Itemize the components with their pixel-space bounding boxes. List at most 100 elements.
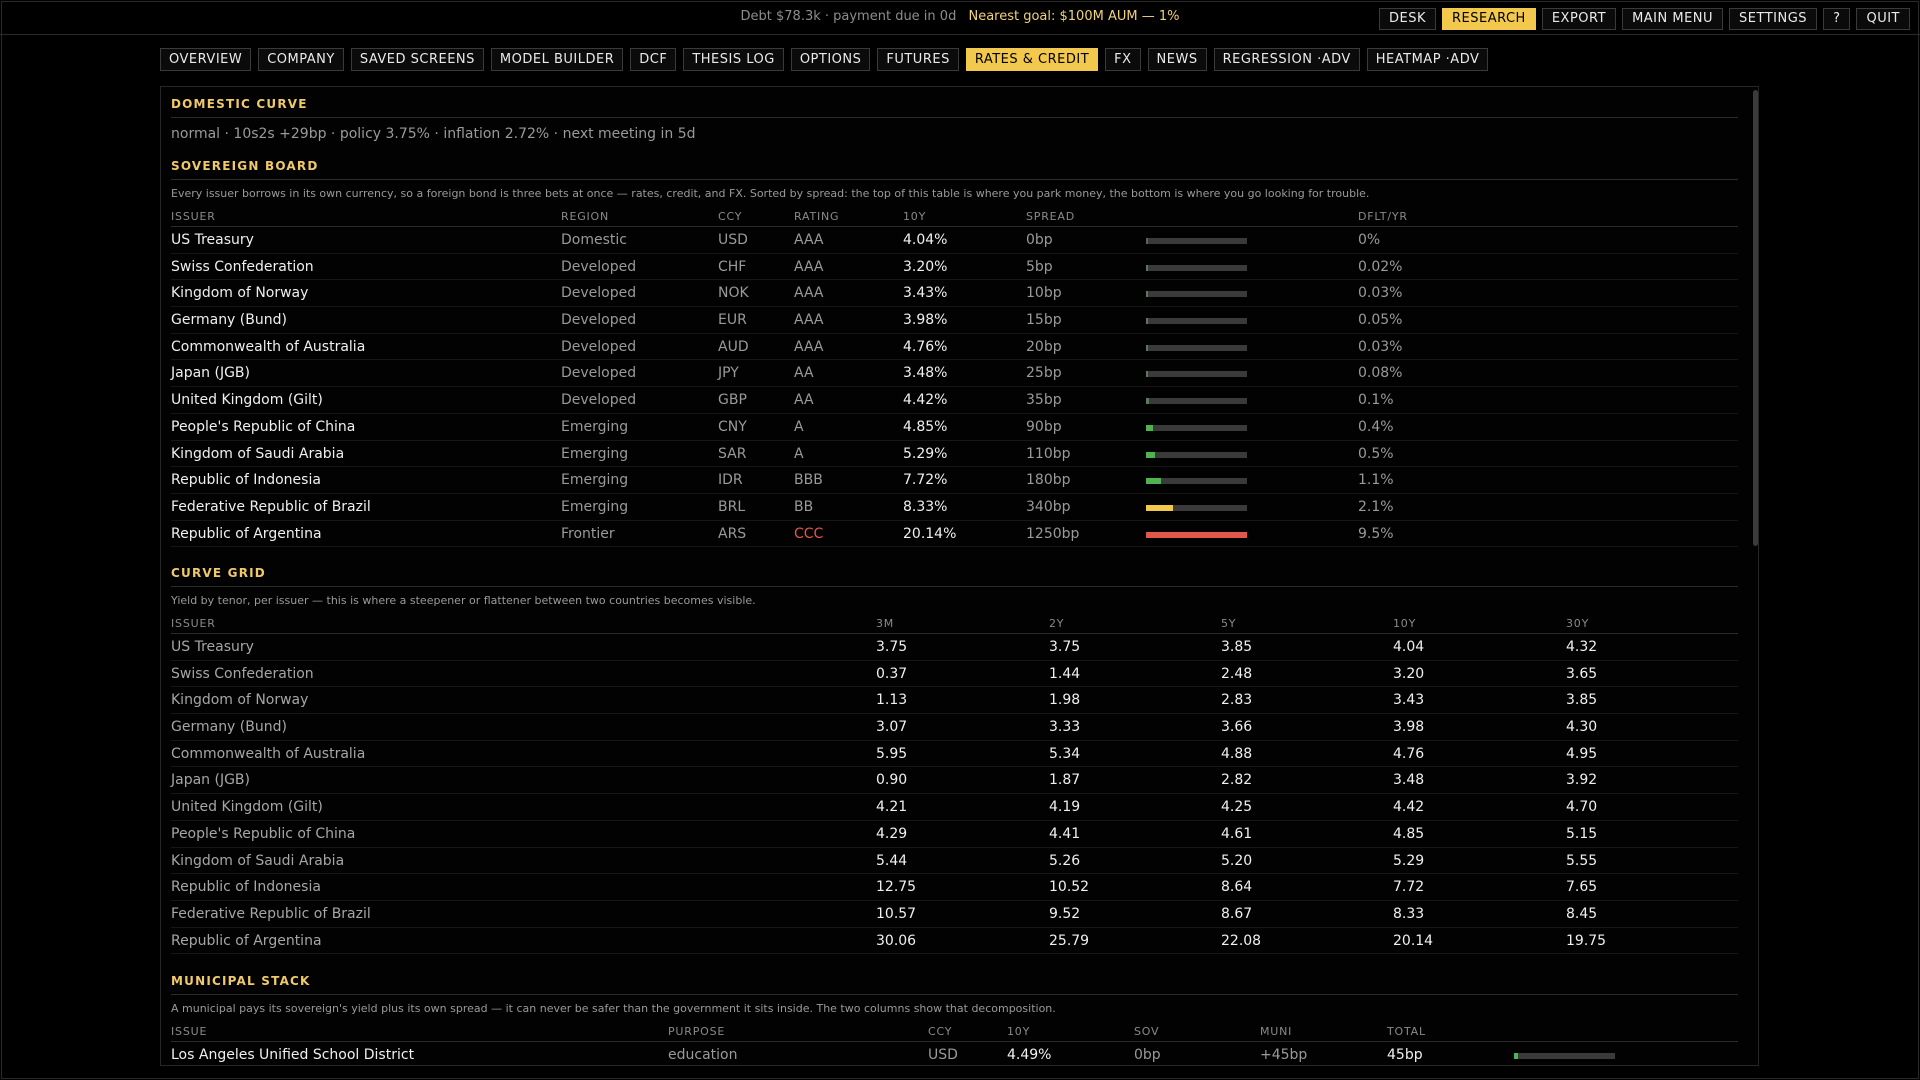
tab-company[interactable]: COMPANY <box>258 48 344 71</box>
spread-bar-fill <box>1146 531 1247 538</box>
table-row[interactable]: Japan (JGB) Developed JPY AA 3.48% 25bp 0.08% <box>171 360 1738 388</box>
spread-bar <box>1146 451 1247 458</box>
header-10y: 10Y <box>903 210 927 223</box>
spread-bar-fill <box>1146 398 1149 405</box>
tab-futures[interactable]: FUTURES <box>877 48 959 71</box>
spread-bar-fill <box>1146 424 1154 431</box>
cell-purpose: education <box>668 1047 738 1063</box>
tab-options[interactable]: OPTIONS <box>790 48 871 71</box>
cell-yield-30y: 5.55 <box>1566 852 1598 869</box>
cell-spread: 110bp <box>1026 445 1071 462</box>
cell-spread: 20bp <box>1026 338 1062 355</box>
cell-dflt: 0% <box>1358 232 1381 248</box>
cell-y10: 4.04% <box>903 232 948 248</box>
table-row[interactable]: People's Republic of China Emerging CNY A 4.… <box>171 414 1738 441</box>
header-30y: 30Y <box>1566 617 1590 630</box>
table-row[interactable]: Federative Republic of Brazil Emerging BRL… <box>171 494 1738 521</box>
help-button[interactable]: ? <box>1823 8 1851 30</box>
cell-issuer: Republic of Argentina <box>171 932 322 949</box>
cell-region: Emerging <box>561 472 629 489</box>
tab-regression-adv[interactable]: REGRESSION ·ADV <box>1213 48 1360 71</box>
export-button[interactable]: EXPORT <box>1541 8 1617 30</box>
cell-issuer: Kingdom of Saudi Arabia <box>171 852 345 869</box>
cell-sov: 0bp <box>1134 1047 1161 1063</box>
table-row[interactable]: Federative Republic of Brazil 10.57 9.52 8.… <box>171 901 1738 928</box>
cell-issuer: US Treasury <box>171 232 254 248</box>
cell-ccy: CNY <box>718 418 747 435</box>
table-row[interactable]: Germany (Bund) Developed EUR AAA 3.98% 15bp 0.… <box>171 307 1738 334</box>
cell-yield-2y: 1.98 <box>1049 692 1081 709</box>
main-menu-button[interactable]: MAIN MENU <box>1622 8 1724 30</box>
cell-issuer: Germany (Bund) <box>171 312 287 329</box>
cell-yield-10y: 5.29 <box>1393 852 1425 869</box>
cell-ccy: AUD <box>718 338 749 355</box>
total-spread-bar-fill <box>1514 1053 1518 1059</box>
tab-rates-credit[interactable]: RATES & CREDIT <box>965 48 1099 71</box>
cell-region: Emerging <box>561 445 629 462</box>
cell-yield-5y: 3.85 <box>1221 639 1253 655</box>
cell-rating: AAA <box>794 312 824 329</box>
table-row[interactable]: Germany (Bund) 3.07 3.33 3.66 3.98 4.30 <box>171 714 1738 741</box>
tab-model-builder[interactable]: MODEL BUILDER <box>490 48 624 71</box>
table-row[interactable]: Republic of Indonesia 12.75 10.52 8.64 7.72 7… <box>171 874 1738 901</box>
table-row[interactable]: Swiss Confederation 0.37 1.44 2.48 3.20 3.65 <box>171 661 1738 688</box>
spread-bar-fill <box>1146 264 1149 271</box>
table-row[interactable]: Kingdom of Saudi Arabia Emerging SAR A 5.29%… <box>171 441 1738 468</box>
research-button[interactable]: RESEARCH <box>1441 8 1536 30</box>
cell-ccy: USD <box>928 1047 958 1063</box>
cell-ccy: JPY <box>718 365 739 382</box>
tab-heatmap-adv[interactable]: HEATMAP ·ADV <box>1366 48 1489 71</box>
cell-total: 45bp <box>1387 1047 1423 1063</box>
table-row[interactable]: Swiss Confederation Developed CHF AAA 3.20% 5… <box>171 254 1738 281</box>
cell-yield-5y: 2.83 <box>1221 692 1253 709</box>
tab-overview[interactable]: OVERVIEW <box>160 48 252 71</box>
cell-yield-2y: 4.19 <box>1049 799 1081 816</box>
cell-yield-2y: 3.33 <box>1049 719 1081 736</box>
table-row[interactable]: Commonwealth of Australia Developed AUD AAA… <box>171 334 1738 361</box>
table-row[interactable]: Japan (JGB) 0.90 1.87 2.82 3.48 3.92 <box>171 767 1738 795</box>
rates-credit-panel: DOMESTIC CURVE normal · 10s2s +29bp · po… <box>160 86 1759 1066</box>
cell-rating: AA <box>794 365 814 382</box>
cell-rating: BB <box>794 498 814 515</box>
cell-issuer: Germany (Bund) <box>171 719 287 736</box>
cell-y10: 20.14% <box>903 525 957 542</box>
tab-saved-screens[interactable]: SAVED SCREENS <box>350 48 484 71</box>
cell-yield-3m: 3.07 <box>876 719 908 736</box>
table-row[interactable]: US Treasury Domestic USD AAA 4.04% 0bp 0% <box>171 227 1738 254</box>
tab-news[interactable]: NEWS <box>1147 48 1207 71</box>
header-dflt-yr: DFLT/YR <box>1358 210 1408 223</box>
cell-yield-10y: 7.72 <box>1393 879 1425 896</box>
table-row[interactable]: US Treasury 3.75 3.75 3.85 4.04 4.32 <box>171 634 1738 661</box>
table-row[interactable]: Republic of Argentina 30.06 25.79 22.08 20.1… <box>171 928 1738 955</box>
table-row[interactable]: Commonwealth of Australia 5.95 5.34 4.88 4.7… <box>171 741 1738 768</box>
cell-y10: 3.43% <box>903 285 948 302</box>
table-row[interactable]: Los Angeles Unified School District educa… <box>171 1042 1738 1065</box>
table-row[interactable]: United Kingdom (Gilt) Developed GBP AA 4.42%… <box>171 387 1738 414</box>
spread-bar-fill <box>1146 371 1149 378</box>
desk-button[interactable]: DESK <box>1378 8 1436 30</box>
table-row[interactable]: Kingdom of Norway 1.13 1.98 2.83 3.43 3.85 <box>171 687 1738 715</box>
table-row[interactable]: Kingdom of Norway Developed NOK AAA 3.43% 10b… <box>171 280 1738 308</box>
table-row[interactable]: Kingdom of Saudi Arabia 5.44 5.26 5.20 5.29 5… <box>171 848 1738 875</box>
quit-button[interactable]: QUIT <box>1856 8 1910 30</box>
system-buttons: DESK RESEARCH EXPORT MAIN MENU SETTINGS? QUIT <box>1378 8 1910 30</box>
cell-region: Developed <box>561 285 637 302</box>
table-row[interactable]: Republic of Argentina Frontier ARS CCC 20.14… <box>171 521 1738 548</box>
cell-dflt: 2.1% <box>1358 498 1394 515</box>
header-issuer: ISSUER <box>171 210 216 223</box>
cell-yield-30y: 4.32 <box>1566 639 1598 655</box>
cell-y10: 4.49% <box>1007 1047 1052 1063</box>
tab-fx[interactable]: FX <box>1105 48 1141 71</box>
table-row[interactable]: People's Republic of China 4.29 4.41 4.61 4.… <box>171 821 1738 848</box>
cell-issuer: United Kingdom (Gilt) <box>171 799 323 816</box>
table-row[interactable]: Republic of Indonesia Emerging IDR BBB 7.72%… <box>171 467 1738 494</box>
tab-dcf[interactable]: DCF <box>630 48 677 71</box>
panel-scrollbar[interactable] <box>1753 90 1758 546</box>
tab-thesis-log[interactable]: THESIS LOG <box>683 48 784 71</box>
settings-button[interactable]: SETTINGS <box>1729 8 1818 30</box>
table-row[interactable]: United Kingdom (Gilt) 4.21 4.19 4.25 4.42 4.7… <box>171 794 1738 821</box>
header-total: TOTAL <box>1387 1025 1426 1038</box>
cell-yield-5y: 2.48 <box>1221 665 1253 682</box>
section-title-domestic-curve: DOMESTIC CURVE <box>171 97 1738 118</box>
top-status-bar: Debt $78.3k · payment due in 0d Nearest … <box>0 0 1920 35</box>
